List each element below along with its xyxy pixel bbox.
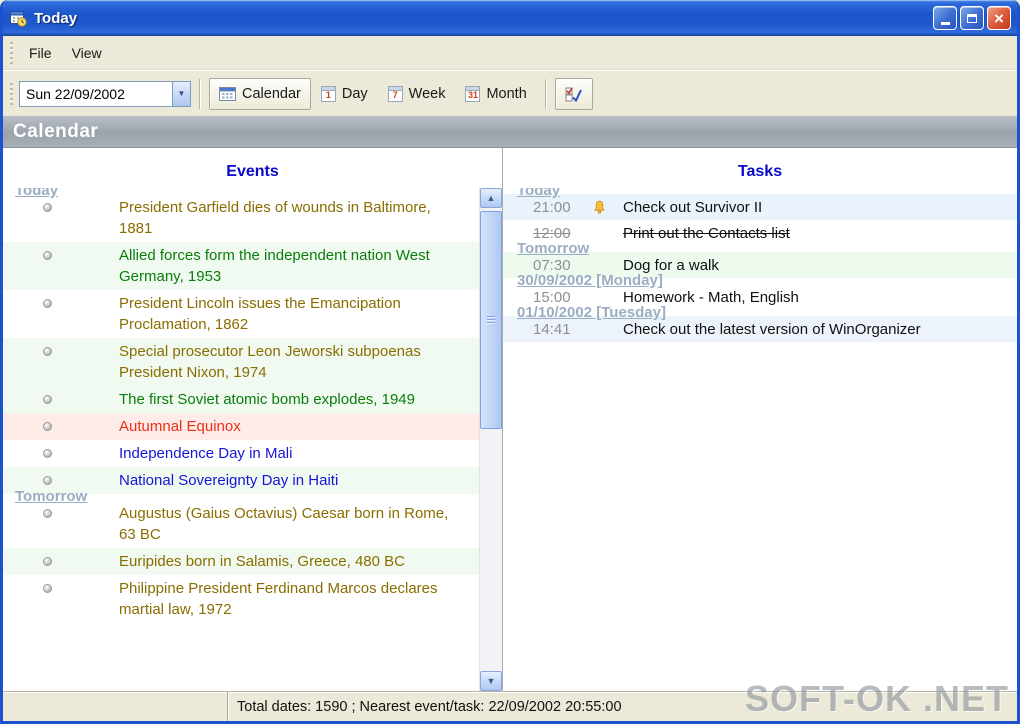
task-text: Homework - Math, English	[623, 288, 799, 306]
events-list: Today President Garfield dies of wounds i…	[3, 188, 479, 691]
event-item[interactable]: The first Soviet atomic bomb explodes, 1…	[3, 386, 479, 413]
event-bullet-icon	[43, 584, 52, 593]
event-bullet-icon	[43, 449, 52, 458]
event-item[interactable]: Independence Day in Mali	[3, 440, 479, 467]
event-item[interactable]: Special prosecutor Leon Jeworski subpoen…	[3, 338, 479, 386]
scroll-thumb[interactable]	[480, 211, 502, 429]
event-bullet-icon	[43, 395, 52, 404]
minimize-button[interactable]	[933, 6, 957, 30]
app-window: Today × File View Sun 22/09/2002 ▼ Calen…	[0, 0, 1020, 724]
maximize-icon	[967, 13, 977, 23]
calendar-icon	[219, 86, 236, 102]
event-text: President Garfield dies of wounds in Bal…	[119, 199, 431, 237]
day-icon: 1	[320, 85, 336, 102]
event-bullet-icon	[43, 347, 52, 356]
event-item[interactable]: President Lincoln issues the Emancipatio…	[3, 290, 479, 338]
calendar-button-label: Calendar	[242, 85, 301, 102]
status-text: Total dates: 1590 ; Nearest event/task: …	[237, 698, 622, 715]
week-button-label: Week	[408, 85, 446, 102]
event-bullet-icon	[43, 299, 52, 308]
close-button[interactable]: ×	[987, 6, 1011, 30]
events-pane: Events Today President Garfield dies of w…	[3, 148, 503, 691]
event-text: The first Soviet atomic bomb explodes, 1…	[119, 391, 415, 408]
statusbar-left-section	[3, 692, 228, 721]
toolbar-separator	[544, 78, 547, 109]
event-item[interactable]: Autumnal Equinox	[3, 413, 479, 440]
scroll-down-icon[interactable]: ▼	[480, 671, 502, 691]
event-item[interactable]: President Garfield dies of wounds in Bal…	[3, 194, 479, 242]
date-combobox-value: Sun 22/09/2002	[26, 85, 125, 102]
tasks-pane-header: Tasks	[737, 163, 783, 180]
month-button[interactable]: 31 Month	[455, 78, 536, 110]
checklist-button[interactable]	[554, 77, 593, 110]
window-title: Today	[34, 9, 78, 27]
checklist-icon	[565, 86, 583, 102]
toolbar-gripper-icon[interactable]	[10, 82, 13, 105]
event-bullet-icon	[43, 476, 52, 485]
combobox-dropdown-icon[interactable]: ▼	[172, 81, 190, 106]
task-time: 15:00	[533, 288, 571, 306]
statusbar: Total dates: 1590 ; Nearest event/task: …	[3, 691, 1017, 721]
maximize-button[interactable]	[960, 6, 984, 30]
event-bullet-icon	[43, 422, 52, 431]
month-icon: 31	[465, 85, 481, 102]
menubar: File View	[3, 36, 1017, 70]
menu-file[interactable]: File	[19, 41, 62, 65]
task-item[interactable]: 14:41 Check out the latest version of Win…	[503, 316, 1017, 342]
task-item[interactable]: 21:00 Check out Survivor II	[503, 194, 1017, 220]
task-time: 14:41	[533, 320, 571, 338]
event-bullet-icon	[43, 203, 52, 212]
week-icon: 7	[387, 85, 403, 102]
task-text: Dog for a walk	[623, 256, 719, 274]
date-combobox[interactable]: Sun 22/09/2002 ▼	[19, 80, 191, 107]
event-text: Allied forces form the independent natio…	[119, 247, 430, 285]
task-text: Check out Survivor II	[623, 198, 763, 216]
titlebar[interactable]: Today ×	[3, 0, 1017, 36]
event-bullet-icon	[43, 509, 52, 518]
event-item[interactable]: Euripides born in Salamis, Greece, 480 B…	[3, 548, 479, 575]
content-area: Events Today President Garfield dies of w…	[3, 148, 1017, 691]
events-scrollbar[interactable]: ▲ ▼	[479, 188, 502, 691]
calendar-button[interactable]: Calendar	[209, 77, 311, 110]
day-button-label: Day	[341, 85, 368, 102]
toolbar: Sun 22/09/2002 ▼ Calendar 1 Day 7 Week 3…	[3, 70, 1017, 116]
task-time: 21:00	[533, 198, 571, 216]
banner-title: Calendar	[13, 120, 99, 142]
tasks-pane: Tasks Today 21:00 Check out Survivor II 12:…	[503, 148, 1017, 691]
event-text: Euripides born in Salamis, Greece, 480 B…	[119, 553, 405, 570]
event-bullet-icon	[43, 557, 52, 566]
event-text: National Sovereignty Day in Haiti	[119, 472, 339, 489]
event-item[interactable]: Allied forces form the independent natio…	[3, 242, 479, 290]
scroll-track[interactable]	[480, 208, 502, 671]
task-time: 07:30	[533, 256, 571, 274]
event-text: Autumnal Equinox	[119, 418, 241, 435]
app-icon	[9, 9, 28, 28]
scroll-grip-icon	[487, 316, 495, 324]
day-button[interactable]: 1 Day	[311, 78, 378, 110]
menu-gripper-icon[interactable]	[10, 41, 13, 64]
event-text: President Lincoln issues the Emancipatio…	[119, 295, 401, 333]
week-button[interactable]: 7 Week	[378, 78, 456, 110]
toolbar-separator	[199, 78, 201, 109]
event-bullet-icon	[43, 251, 52, 260]
banner: Calendar	[3, 116, 1017, 148]
events-pane-header: Events	[226, 163, 279, 180]
event-item[interactable]: Philippine President Ferdinand Marcos de…	[3, 575, 479, 623]
event-item[interactable]: Augustus (Gaius Octavius) Caesar born in…	[3, 500, 479, 548]
event-text: Independence Day in Mali	[119, 445, 293, 462]
menu-view[interactable]: View	[62, 41, 112, 65]
tasks-list: Today 21:00 Check out Survivor II 12:00 Prin…	[503, 188, 1017, 691]
event-text: Philippine President Ferdinand Marcos de…	[119, 580, 438, 618]
minimize-icon	[940, 22, 950, 25]
task-text: Check out the latest version of WinOrgan…	[623, 320, 921, 338]
task-time: 12:00	[533, 224, 571, 242]
month-button-label: Month	[486, 85, 527, 102]
task-text: Print out the Contacts list	[623, 224, 790, 242]
event-text: Special prosecutor Leon Jeworski subpoen…	[119, 343, 421, 381]
reminder-bell-icon	[593, 200, 623, 215]
event-text: Augustus (Gaius Octavius) Caesar born in…	[119, 505, 449, 543]
scroll-up-icon[interactable]: ▲	[480, 188, 502, 208]
